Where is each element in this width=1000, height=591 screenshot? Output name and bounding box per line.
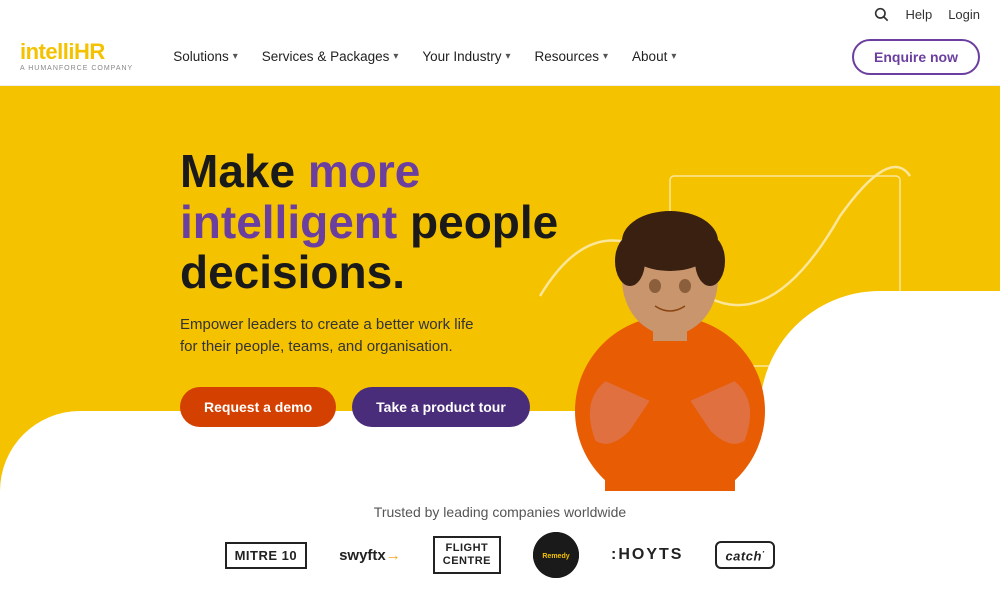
logo[interactable]: intelliHR A HUMANFORCE COMPANY <box>20 41 133 72</box>
nav-resources[interactable]: Resources ▾ <box>524 43 618 70</box>
services-label: Services & Packages <box>262 49 390 64</box>
logo-text: intelliHR <box>20 41 133 63</box>
help-link[interactable]: Help <box>905 7 932 22</box>
logo-intelli-text: intelli <box>20 39 74 64</box>
svg-text:Remedy: Remedy <box>542 553 569 560</box>
trusted-logos: MITRE 10 swyftx→ FLIGHTCENTRE Remedy :HO… <box>225 532 776 578</box>
hoyts-logo: :HOYTS <box>611 546 683 564</box>
nav-services[interactable]: Services & Packages ▾ <box>252 43 409 70</box>
nav-solutions[interactable]: Solutions ▾ <box>163 43 248 70</box>
industry-chevron-icon: ▾ <box>505 51 510 62</box>
catch-logo: catch· <box>715 541 775 569</box>
resources-label: Resources <box>534 49 599 64</box>
hero-section: Make more intelligent people decisions. … <box>0 86 1000 491</box>
enquire-button[interactable]: Enquire now <box>852 39 980 75</box>
logo-hr-text: HR <box>74 39 105 64</box>
about-label: About <box>632 49 667 64</box>
remedy-logo: Remedy <box>533 532 579 578</box>
flight-centre-logo: FLIGHTCENTRE <box>433 536 501 574</box>
trusted-title: Trusted by leading companies worldwide <box>374 504 626 520</box>
solutions-chevron-icon: ▾ <box>233 51 238 62</box>
hero-headline: Make more intelligent people decisions. <box>180 146 650 298</box>
utility-bar: Help Login <box>0 0 1000 28</box>
trusted-section: Trusted by leading companies worldwide M… <box>0 491 1000 591</box>
hero-buttons: Request a demo Take a product tour <box>180 387 650 427</box>
nav-links: Solutions ▾ Services & Packages ▾ Your I… <box>163 43 852 70</box>
nav-industry[interactable]: Your Industry ▾ <box>412 43 520 70</box>
hero-content: Make more intelligent people decisions. … <box>180 146 650 427</box>
request-demo-button[interactable]: Request a demo <box>180 387 336 427</box>
product-tour-button[interactable]: Take a product tour <box>352 387 530 427</box>
login-link[interactable]: Login <box>948 7 980 22</box>
headline-make: Make <box>180 145 308 197</box>
industry-label: Your Industry <box>422 49 501 64</box>
resources-chevron-icon: ▾ <box>603 51 608 62</box>
nav-about[interactable]: About ▾ <box>622 43 686 70</box>
swyftx-logo: swyftx→ <box>339 547 401 564</box>
main-nav: intelliHR A HUMANFORCE COMPANY Solutions… <box>0 28 1000 86</box>
logo-sub-text: A HUMANFORCE COMPANY <box>20 65 133 72</box>
services-chevron-icon: ▾ <box>393 51 398 62</box>
about-chevron-icon: ▾ <box>671 51 676 62</box>
search-icon[interactable] <box>873 6 889 22</box>
mitre10-logo: MITRE 10 <box>225 542 308 569</box>
solutions-label: Solutions <box>173 49 229 64</box>
hero-subtext: Empower leaders to create a better work … <box>180 314 480 359</box>
